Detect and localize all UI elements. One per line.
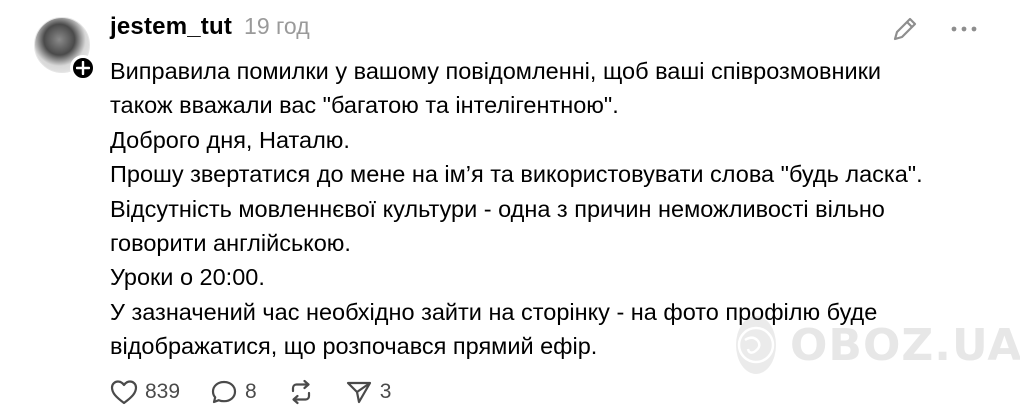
- globe-icon: [736, 316, 776, 374]
- comment-bubble-icon: [211, 380, 237, 404]
- post-text-line: також вважали вас "багатою та інтелігент…: [110, 92, 619, 119]
- like-button[interactable]: 839: [110, 379, 180, 405]
- watermark-text: OBOZ.UA: [790, 319, 1020, 371]
- post-text-line: Уроки о 20:00.: [110, 264, 265, 291]
- edit-button[interactable]: [890, 14, 920, 44]
- comment-button[interactable]: 8: [210, 379, 257, 405]
- share-count: 3: [379, 380, 392, 403]
- comment-count: 8: [245, 380, 257, 403]
- send-icon: [346, 381, 371, 404]
- post-author-avatar-wrap[interactable]: [34, 17, 96, 81]
- post-text-line: Доброго дня, Наталю.: [110, 126, 350, 153]
- like-count: 839: [145, 380, 181, 403]
- repost-button[interactable]: [287, 379, 315, 405]
- more-button[interactable]: [950, 19, 978, 39]
- post-text-line: Виправила помилки у вашому повідомленні,…: [110, 58, 882, 84]
- post-header: jestem_tut 19 год: [110, 13, 310, 41]
- username[interactable]: jestem_tut: [110, 13, 232, 41]
- heart-icon: [110, 380, 138, 405]
- pencil-icon: [893, 17, 917, 41]
- timestamp[interactable]: 19 год: [244, 13, 310, 40]
- more-dots-icon: [951, 26, 977, 32]
- plus-icon: [76, 61, 90, 75]
- share-button[interactable]: 3: [345, 379, 392, 405]
- post-text-line: Прошу звертатися до мене на ім’я та вико…: [110, 161, 923, 188]
- post-text-line: Відсутність мовленнєвої культури - одна …: [110, 195, 885, 222]
- watermark: OBOZ.UA: [736, 315, 1020, 375]
- post-actions: 839 8 3: [110, 372, 421, 412]
- repost-icon: [291, 379, 310, 405]
- follow-button[interactable]: [70, 55, 96, 81]
- post-text-line: говорити англійською.: [110, 230, 351, 257]
